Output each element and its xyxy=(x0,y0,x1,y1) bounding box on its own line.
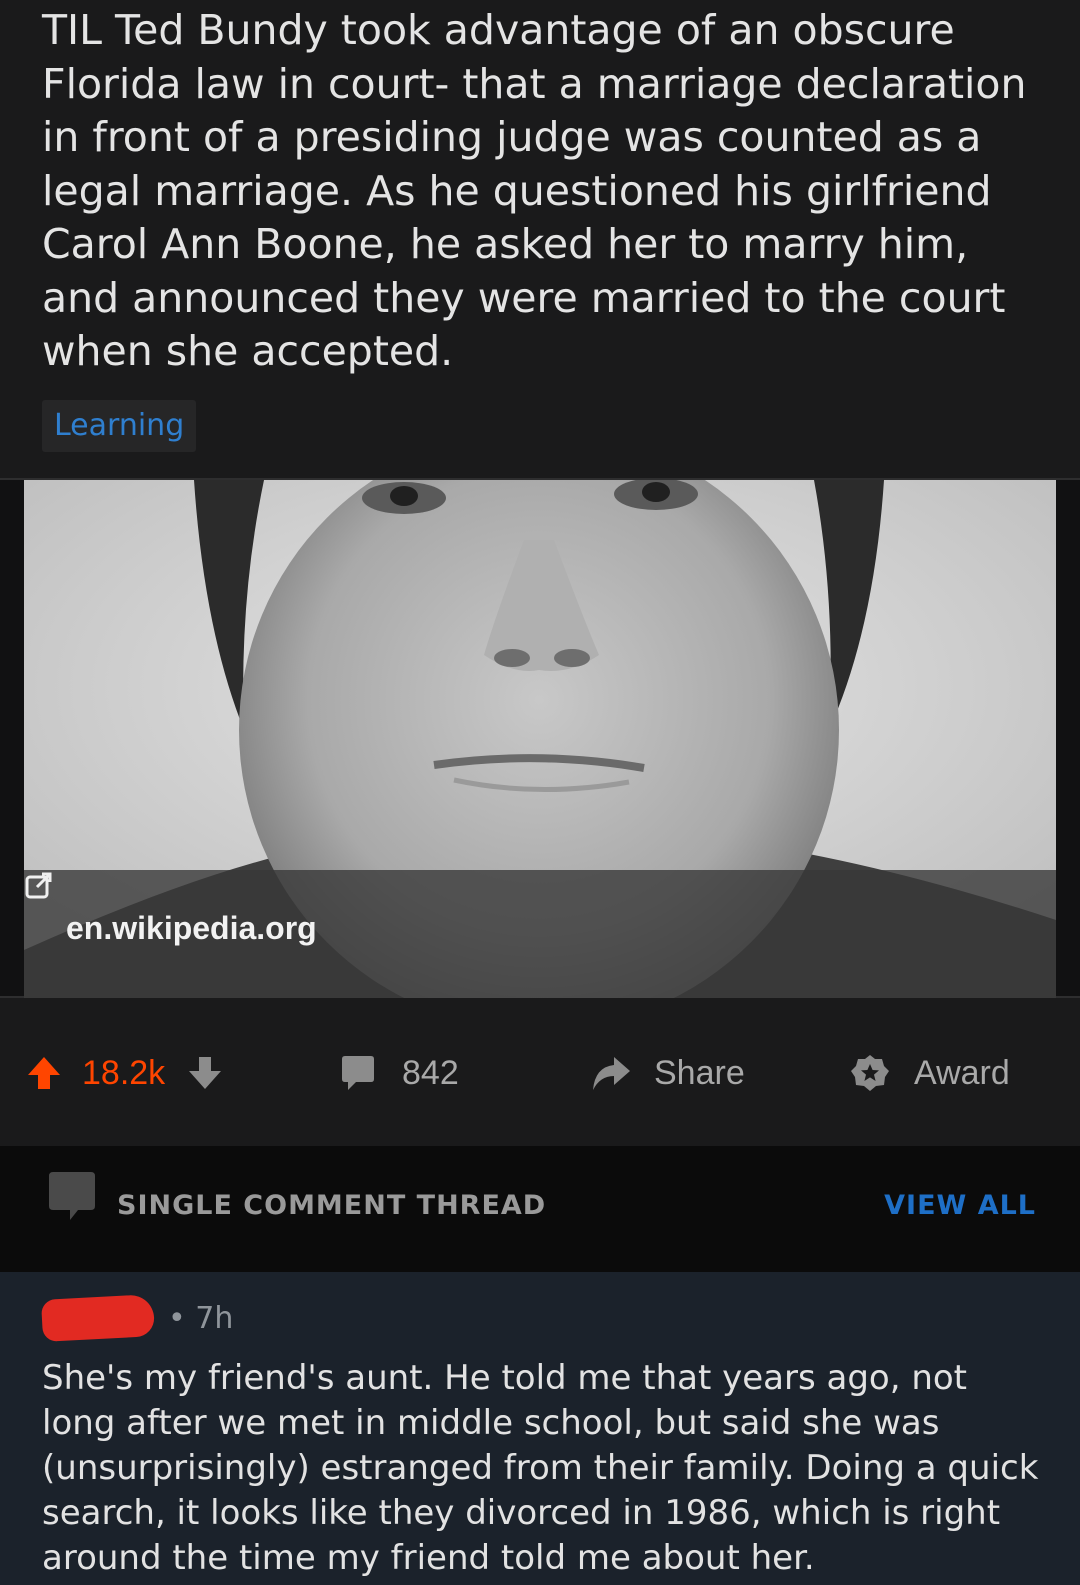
link-domain[interactable]: en.wikipedia.org xyxy=(66,910,317,947)
share-button[interactable]: Share xyxy=(590,1000,745,1146)
upvote-count: 18.2k xyxy=(82,1053,166,1092)
vote-group: 18.2k xyxy=(24,1000,225,1146)
post-actions: 18.2k 842 Share Award xyxy=(0,1000,1080,1146)
thread-title: SINGLE COMMENT THREAD xyxy=(117,1190,547,1221)
award-star-icon xyxy=(851,1055,889,1091)
external-link-icon[interactable] xyxy=(24,870,54,900)
comment-time: • 7h xyxy=(168,1300,234,1336)
link-bar[interactable]: en.wikipedia.org xyxy=(24,870,1056,998)
comment-meta: • 7h xyxy=(40,1294,234,1342)
link-preview[interactable]: en.wikipedia.org xyxy=(0,478,1080,998)
award-label: Award xyxy=(914,1053,1010,1092)
downvote-arrow-icon[interactable] xyxy=(185,1053,225,1093)
comment: • 7h She's my friend's aunt. He told me … xyxy=(0,1272,1080,1585)
thread-bar: SINGLE COMMENT THREAD VIEW ALL xyxy=(0,1146,1080,1272)
comment-thread-icon xyxy=(49,1172,95,1220)
view-all-button[interactable]: VIEW ALL xyxy=(884,1190,1036,1221)
share-arrow-icon xyxy=(593,1057,630,1090)
redacted-username xyxy=(40,1294,156,1342)
post-title[interactable]: TIL Ted Bundy took advantage of an obscu… xyxy=(42,4,1052,379)
award-button[interactable]: Award xyxy=(850,1000,1010,1146)
comments-button[interactable]: 842 xyxy=(338,1000,459,1146)
post-flair[interactable]: Learning xyxy=(42,400,197,452)
post-header: TIL Ted Bundy took advantage of an obscu… xyxy=(0,0,1080,478)
share-label: Share xyxy=(654,1053,745,1092)
comment-body: She's my friend's aunt. He told me that … xyxy=(42,1358,1039,1578)
preview-image[interactable]: en.wikipedia.org xyxy=(24,480,1056,998)
comment-count: 842 xyxy=(402,1053,459,1092)
comment-bubble-icon xyxy=(342,1056,374,1090)
upvote-arrow-icon[interactable] xyxy=(24,1053,64,1093)
